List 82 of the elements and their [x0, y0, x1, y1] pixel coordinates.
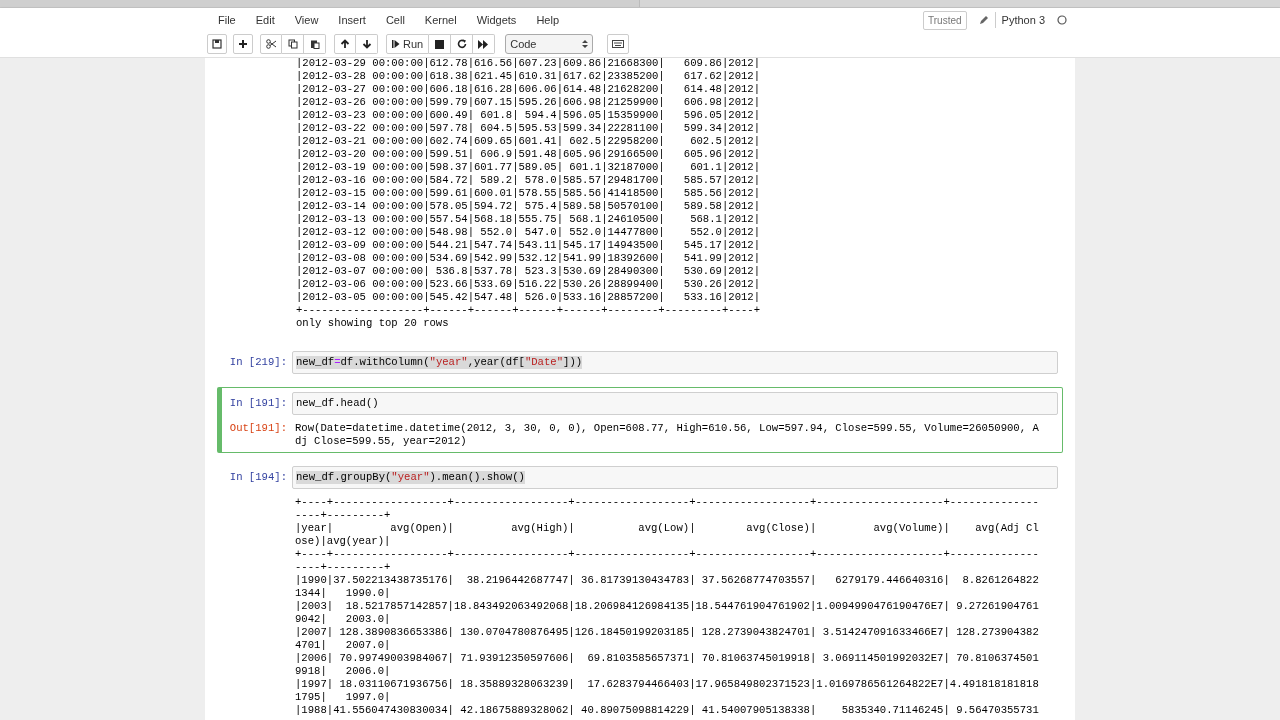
output-line: |2012-03-19 00:00:00|598.37|601.77|589.05| 601.1|32187000| 601.1|2012| [296, 161, 761, 174]
output-line: |2012-03-29 00:00:00|612.78|616.56|607.23|609.86|21668300| 609.86|2012| [296, 58, 761, 70]
output-line: |2012-03-05 00:00:00|545.42|547.48| 526.0|533.16|28857200| 533.16|2012| [296, 291, 761, 304]
output-line: |2007| 128.3890836653386| 130.0704780876495|126.18450199203185| 128.2739043824701| 3.514247091633466E7| 128.273904382 [295, 626, 1039, 639]
save-button[interactable] [207, 34, 227, 54]
insert-cell-button[interactable] [233, 34, 253, 54]
output-line: |2012-03-07 00:00:00| 536.8|537.78| 523.3|530.69|28490300| 530.69|2012| [296, 265, 761, 278]
stop-button[interactable] [429, 34, 452, 54]
output-line: |2012-03-08 00:00:00|534.69|542.99|532.12|541.99|18392600| 541.99|2012| [296, 252, 761, 265]
output-line: |2012-03-16 00:00:00|584.72| 589.2| 578.0|585.57|29481700| 585.57|2012| [296, 174, 761, 187]
output-line: |2006| 70.99749003984067| 71.93912350597606| 69.8103585657371| 70.81063745019918| 3.069114501992032E7| 70.8106374501 [295, 652, 1039, 665]
output-line: |2012-03-20 00:00:00|599.51| 606.9|591.48|605.96|29166500| 605.96|2012| [296, 148, 761, 161]
output-line: |2003| 18.5217857142857|18.843492063492068|18.206984126984135|18.544761904761902|1.0094990476190476E7| 9.27261904761 [295, 600, 1039, 613]
menu-item[interactable]: Cell [375, 11, 415, 29]
scissors-icon [265, 39, 277, 49]
edit-pencil-icon[interactable] [978, 15, 989, 25]
output-line: 1795| 1997.0| [295, 691, 391, 704]
input-prompt: In [194]: [229, 471, 287, 483]
move-down-button[interactable] [356, 34, 378, 54]
output-line: |2012-03-06 00:00:00|523.66|533.69|516.22|530.26|28899400| 530.26|2012| [296, 278, 761, 291]
copy-icon [287, 39, 298, 49]
restart-icon [456, 39, 467, 49]
kernel-name: Python 3 [1001, 12, 1045, 28]
updown-caret-icon [582, 39, 589, 49]
output-line: |2012-03-09 00:00:00|544.21|547.74|543.11|545.17|14943500| 545.17|2012| [296, 239, 761, 252]
output-line: 4701| 2007.0| [295, 639, 391, 652]
output-line: 1344| 1990.0| [295, 587, 391, 600]
output-line: |year| avg(Open)| avg(High)| avg(Low)| avg(Close)| avg(Volume)| avg(Adj Cl [295, 522, 1039, 535]
menu-item[interactable]: Widgets [466, 11, 527, 29]
output-line: dj Close=599.55, year=2012) [295, 435, 467, 448]
output-line: |2012-03-13 00:00:00|557.54|568.18|555.75| 568.1|24610500| 568.1|2012| [296, 213, 761, 226]
menu-item[interactable]: Kernel [414, 11, 467, 29]
trusted-indicator[interactable]: Trusted [923, 10, 967, 30]
fast-forward-button[interactable] [473, 34, 496, 54]
output-line: ----+---------+ [295, 509, 391, 522]
down-arrow-icon [361, 39, 372, 49]
cut-button[interactable] [260, 34, 282, 54]
menu-item[interactable]: View [284, 11, 329, 29]
output-line: ose)|avg(year)| [295, 535, 391, 548]
output-line: |2012-03-23 00:00:00|600.49| 601.8| 594.4|596.05|15359900| 596.05|2012| [296, 109, 761, 122]
menu-item[interactable]: Help [526, 11, 569, 29]
up-arrow-icon [340, 39, 350, 49]
menu-item[interactable]: Insert [328, 11, 376, 29]
output-line: +----+------------------+------------------+------------------+------------------+--------------------+-------------- [295, 496, 1039, 509]
output-prompt: Out[191]: [229, 422, 287, 434]
restart-button[interactable] [451, 34, 474, 54]
step-play-icon [392, 39, 400, 49]
run-button[interactable]: Run [386, 34, 430, 54]
output-line: ----+---------+ [295, 561, 391, 574]
keyboard-button[interactable] [607, 34, 630, 54]
output-line: +----+------------------+------------------+------------------+------------------+--------------------+-------------- [295, 548, 1039, 561]
plus-icon [238, 39, 248, 49]
output-line: |2012-03-12 00:00:00|548.98| 552.0| 547.0| 552.0|14477800| 552.0|2012| [296, 226, 761, 239]
keyboard-icon [612, 40, 625, 48]
output-line: Row(Date=datetime.datetime(2012, 3, 30, 0, 0), Open=608.77, High=610.56, Low=597.94, Close=599.55, Volume=26050900, A [295, 422, 1039, 435]
output-line: |1988|41.556047430830034| 42.18675889328062| 40.89075098814229| 41.54007905138338| 5835340.71146245| 9.56470355731 [295, 704, 1039, 717]
input-prompt: In [219]: [229, 356, 287, 368]
output-line: 9918| 2006.0| [295, 665, 391, 678]
output-line: |2012-03-15 00:00:00|599.61|600.01|578.55|585.56|41418500| 585.56|2012| [296, 187, 761, 200]
input-prompt: In [191]: [229, 397, 287, 409]
cell-type-dropdown[interactable]: Code [505, 34, 594, 54]
output-line: |2012-03-27 00:00:00|606.18|616.28|606.06|614.48|21628200| 614.48|2012| [296, 83, 761, 96]
menu-item[interactable]: Edit [245, 11, 285, 29]
paste-button[interactable] [304, 34, 326, 54]
output-line: |2012-03-14 00:00:00|578.05|594.72| 575.4|589.58|50570100| 589.58|2012| [296, 200, 761, 213]
output-line: |2012-03-26 00:00:00|599.79|607.15|595.26|606.98|21259900| 606.98|2012| [296, 96, 761, 109]
fast-forward-icon [478, 39, 490, 49]
move-up-button[interactable] [334, 34, 356, 54]
notebook-cell[interactable]: In [191]: new_df.head() Out[191]: Row(Date=datetime.datetime(2012, 3, 30, 0, 0), Open=608.77, High=610.56, Low=597.94, Close=599.55, Volume=26050900, A dj Close=599.55, year=2012) [217, 387, 1063, 453]
output-line: only showing top 20 rows [296, 317, 449, 330]
code-line: new_df.head() [296, 397, 379, 410]
stop-icon [435, 39, 445, 49]
output-line: 9042| 2003.0| [295, 613, 391, 626]
menu-item[interactable]: File [208, 11, 246, 29]
output-line: |2012-03-28 00:00:00|618.38|621.45|610.31|617.62|23385200| 617.62|2012| [296, 70, 761, 83]
paste-icon [309, 39, 320, 49]
output-line: +-------------------+------+------+------+------+--------+---------+----+ [296, 304, 761, 317]
output-line: |2012-03-22 00:00:00|597.78| 604.5|595.53|599.34|22281100| 599.34|2012| [296, 122, 761, 135]
output-line: |2012-03-21 00:00:00|602.74|609.65|601.41| 602.5|22958200| 602.5|2012| [296, 135, 761, 148]
copy-button[interactable] [282, 34, 304, 54]
output-line: |1997| 18.03110671936756| 18.35889328063239| 17.6283794466403|17.965849802371523|1.0169786561264822E7|4.491818181818 [295, 678, 1039, 691]
output-line: |1990|37.502213438735176| 38.2196442687747| 36.81739130434783| 37.56268774703557| 6279179.446640316| 8.8261264822 [295, 574, 1039, 587]
